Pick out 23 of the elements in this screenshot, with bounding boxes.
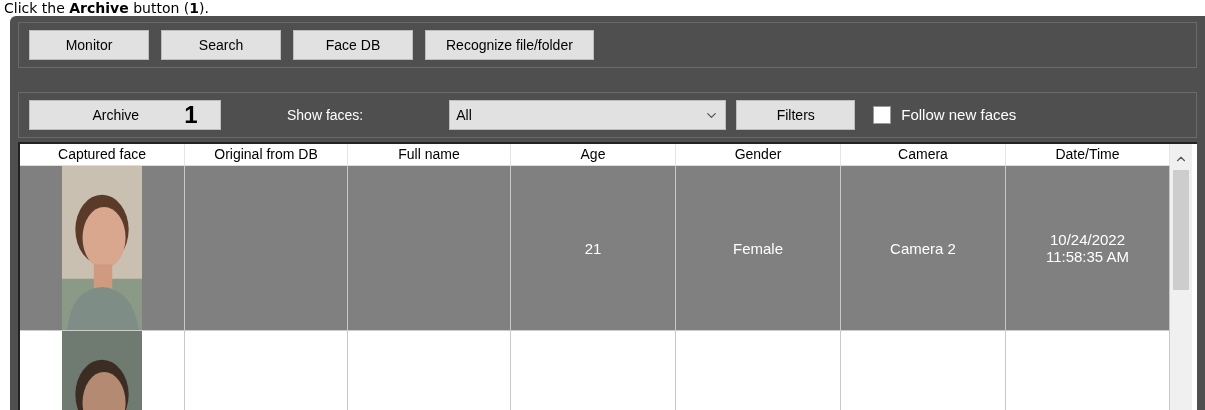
column-header[interactable]: Camera xyxy=(841,144,1006,165)
archive-button[interactable]: Archive 1 xyxy=(29,100,221,130)
show-faces-label: Show faces: xyxy=(287,105,364,125)
nav-button[interactable]: Search xyxy=(161,30,281,60)
column-header[interactable]: Captured face xyxy=(20,144,185,165)
column-header[interactable]: Original from DB xyxy=(185,144,348,165)
column-header[interactable]: Full name xyxy=(348,144,511,165)
instruction-text: Click the Archive button (1). xyxy=(4,0,209,16)
nav-button[interactable]: Monitor xyxy=(29,30,149,60)
column-header[interactable]: Gender xyxy=(676,144,841,165)
follow-checkbox[interactable] xyxy=(873,106,892,124)
table-cell: 21 xyxy=(584,239,602,257)
table-cell: Camera 2 xyxy=(890,239,956,257)
scrollbar-thumb[interactable] xyxy=(1173,170,1189,290)
table-cell-text: 10/24/2022 11:58:35 AM xyxy=(1044,231,1131,265)
column-header[interactable]: Age xyxy=(511,144,676,165)
scrollbar[interactable] xyxy=(1170,144,1192,410)
follow-new-faces-label: Follow new faces xyxy=(901,104,1017,125)
show-faces-dropdown[interactable]: All xyxy=(449,100,727,130)
nav-button[interactable]: Face DB xyxy=(293,30,413,60)
filters-button[interactable]: Filters xyxy=(736,100,856,130)
nav-button[interactable]: Recognize file/folder xyxy=(425,30,594,60)
table-cell: Female xyxy=(733,239,783,257)
